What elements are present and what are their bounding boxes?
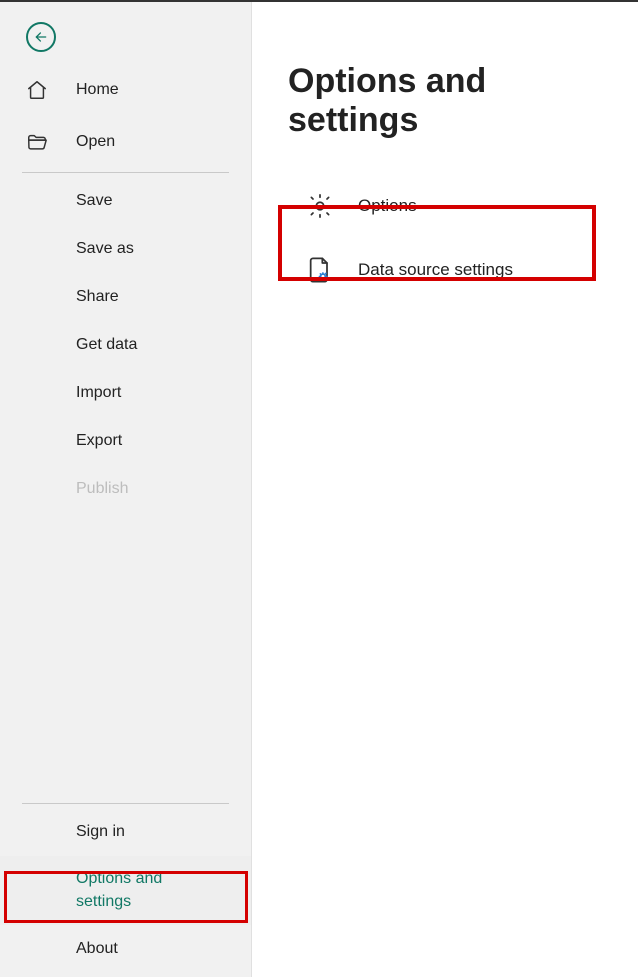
sidebar-item-label: Save as [76, 240, 134, 258]
sidebar-item-label: About [76, 940, 118, 958]
sidebar-item-label: Import [76, 384, 121, 402]
option-row-options[interactable]: Options [288, 174, 618, 238]
sidebar-divider [22, 172, 229, 173]
sidebar-item-home[interactable]: Home [0, 64, 251, 116]
sidebar-item-label: Publish [76, 480, 128, 498]
back-button[interactable] [26, 22, 56, 52]
sidebar-item-label: Sign in [76, 823, 125, 841]
sidebar-item-label: Options and settings [76, 868, 191, 913]
option-row-data-source-settings[interactable]: Data source settings [288, 238, 618, 302]
sidebar-item-import[interactable]: Import [0, 369, 251, 417]
option-label: Data source settings [358, 260, 513, 280]
main-panel: Options and settings Options Data source… [252, 2, 638, 977]
sidebar-item-label: Save [76, 192, 112, 210]
page-title: Options and settings [288, 62, 618, 140]
sidebar-item-label: Export [76, 432, 122, 450]
sidebar-item-publish: Publish [0, 465, 251, 513]
sidebar-bottom-group: Sign in Options and settings About [0, 799, 251, 977]
sidebar-item-label: Open [76, 133, 115, 151]
folder-open-icon [26, 131, 76, 153]
sidebar-divider [22, 803, 229, 804]
home-icon [26, 79, 76, 101]
sidebar-item-label: Share [76, 288, 119, 306]
gear-icon [306, 192, 334, 220]
sidebar-item-share[interactable]: Share [0, 273, 251, 321]
sidebar-item-open[interactable]: Open [0, 116, 251, 168]
sidebar-item-get-data[interactable]: Get data [0, 321, 251, 369]
option-label: Options [358, 196, 417, 216]
sidebar-item-options-and-settings[interactable]: Options and settings [0, 856, 251, 925]
data-source-settings-icon [306, 256, 334, 284]
sidebar-item-save[interactable]: Save [0, 177, 251, 225]
arrow-left-icon [34, 30, 48, 44]
sidebar-item-save-as[interactable]: Save as [0, 225, 251, 273]
sidebar-item-sign-in[interactable]: Sign in [0, 808, 251, 856]
sidebar-item-about[interactable]: About [0, 925, 251, 973]
sidebar-item-label: Get data [76, 336, 137, 354]
sidebar-item-label: Home [76, 81, 119, 99]
sidebar-item-export[interactable]: Export [0, 417, 251, 465]
sidebar: Home Open Save Save as Share Get data Im… [0, 2, 252, 977]
